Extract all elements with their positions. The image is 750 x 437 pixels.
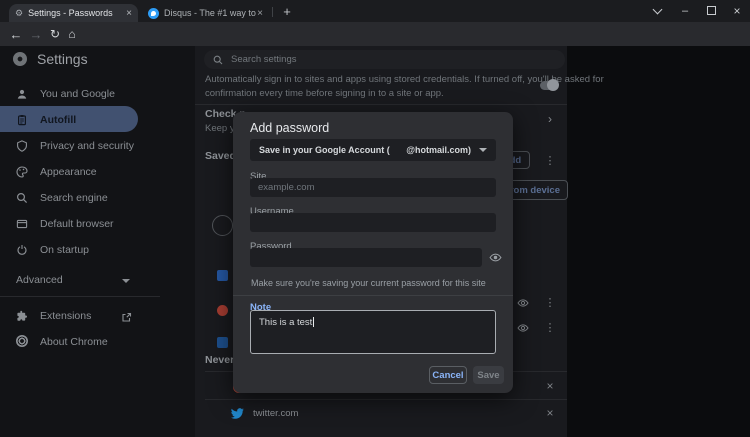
window-close-button[interactable]: × xyxy=(728,2,746,19)
tab-strip: ⚙ Settings - Passwords × Disqus - The #1… xyxy=(0,0,750,22)
power-icon xyxy=(16,243,28,261)
row-divider xyxy=(205,399,567,400)
tab-title: Settings - Passwords xyxy=(28,8,126,18)
page-title: Settings xyxy=(37,51,88,67)
chrome-logo-icon xyxy=(16,335,28,347)
sidebar-item-search-engine[interactable]: Search engine xyxy=(40,192,108,204)
dialog-divider xyxy=(233,295,513,296)
tab-close-icon[interactable]: × xyxy=(257,8,263,19)
sidebar-item-on-startup[interactable]: On startup xyxy=(40,244,89,256)
gear-icon: ⚙ xyxy=(15,8,23,19)
sidebar-item-default-browser[interactable]: Default browser xyxy=(40,218,114,230)
tab-close-icon[interactable]: × xyxy=(126,8,132,19)
disqus-favicon xyxy=(148,8,159,19)
password-helper-text: Make sure you're saving your current pas… xyxy=(251,278,486,288)
sidebar-item-autofill[interactable]: Autofill xyxy=(40,114,76,126)
add-password-dialog: Add password Save in your Google Account… xyxy=(233,112,513,393)
circle-outline-icon xyxy=(212,215,233,236)
reload-icon[interactable]: ↻ xyxy=(47,25,63,43)
browser-window-icon xyxy=(16,217,28,235)
back-icon[interactable]: ← xyxy=(8,25,24,43)
tab-settings-passwords[interactable]: ⚙ Settings - Passwords × xyxy=(9,4,138,22)
magnifier-icon xyxy=(16,191,28,209)
cancel-button[interactable]: Cancel xyxy=(429,366,467,384)
settings-nav-panel xyxy=(0,46,195,437)
auto-signin-toggle[interactable] xyxy=(540,81,558,90)
sidebar-item-appearance[interactable]: Appearance xyxy=(40,166,97,178)
site-input[interactable] xyxy=(250,178,496,197)
save-button[interactable]: Save xyxy=(473,366,504,384)
sidebar-item-about-chrome[interactable]: About Chrome xyxy=(40,336,108,348)
show-password-eye-icon[interactable] xyxy=(517,296,529,314)
nav-divider xyxy=(0,296,160,297)
search-icon xyxy=(213,55,223,65)
search-settings-input[interactable]: Search settings xyxy=(204,50,565,69)
content-divider xyxy=(195,104,567,105)
show-password-eye-icon[interactable] xyxy=(517,321,529,339)
never-saved-site-label: twitter.com xyxy=(253,408,298,419)
window-minimize-button[interactable]: – xyxy=(676,2,694,19)
chevron-down-icon xyxy=(122,279,130,283)
window-maximize-button[interactable] xyxy=(702,2,720,19)
remove-never-saved-icon[interactable]: × xyxy=(543,406,557,420)
browser-toolbar: ← → ↻ ⌂ Chrome | chrome://settings/passw… xyxy=(0,22,750,46)
external-link-icon xyxy=(121,310,132,328)
site-favicon-blue xyxy=(217,337,228,348)
note-textarea[interactable]: This is a test xyxy=(250,310,496,354)
chevron-right-icon: › xyxy=(548,112,552,126)
sidebar-item-extensions[interactable]: Extensions xyxy=(40,310,91,322)
new-tab-button[interactable]: + xyxy=(278,3,296,20)
sidebar-item-privacy-and-security[interactable]: Privacy and security xyxy=(40,140,134,152)
account-select-text-right: @hotmail.com) xyxy=(406,145,471,155)
nav-advanced-toggle[interactable]: Advanced xyxy=(16,274,63,286)
auto-signin-description-line2: confirmation every time before signing i… xyxy=(205,88,444,99)
tab-title: Disqus - The #1 way to build an xyxy=(164,8,257,18)
sidebar-item-you-and-google[interactable]: You and Google xyxy=(40,88,115,100)
username-input[interactable] xyxy=(250,213,496,232)
home-icon[interactable]: ⌂ xyxy=(64,25,80,43)
palette-icon xyxy=(16,165,28,183)
remove-never-saved-icon[interactable]: × xyxy=(543,379,557,393)
text-cursor xyxy=(313,317,314,327)
dialog-title: Add password xyxy=(250,121,329,135)
account-select-text-left: Save in your Google Account ( xyxy=(259,145,390,155)
tab-separator xyxy=(272,7,273,17)
person-icon xyxy=(16,87,28,105)
forward-icon[interactable]: → xyxy=(28,25,44,43)
site-favicon-red xyxy=(217,305,228,316)
show-password-eye-icon[interactable] xyxy=(489,251,502,269)
page-background-right xyxy=(567,46,750,437)
tab-disqus[interactable]: Disqus - The #1 way to build an × xyxy=(142,4,269,22)
note-text: This is a test xyxy=(259,317,312,328)
password-row-kebab-icon[interactable]: ⋮ xyxy=(543,321,557,334)
search-placeholder: Search settings xyxy=(231,54,296,65)
site-favicon-blue xyxy=(217,270,228,281)
toggle-knob xyxy=(547,79,559,91)
select-caret-icon xyxy=(479,148,487,152)
puzzle-icon xyxy=(16,309,28,327)
twitter-favicon xyxy=(231,407,244,425)
clipboard-icon xyxy=(16,113,28,131)
settings-logo-icon xyxy=(13,52,27,66)
saved-passwords-kebab-icon[interactable]: ⋮ xyxy=(543,154,557,167)
password-row-kebab-icon[interactable]: ⋮ xyxy=(543,296,557,309)
account-store-select[interactable]: Save in your Google Account ( @hotmail.c… xyxy=(250,139,496,161)
shield-icon xyxy=(16,139,28,157)
desktop: ⚙ Settings - Passwords × Disqus - The #1… xyxy=(0,0,750,437)
password-input[interactable] xyxy=(250,248,482,267)
window-menu-chevron-icon[interactable] xyxy=(648,2,666,19)
